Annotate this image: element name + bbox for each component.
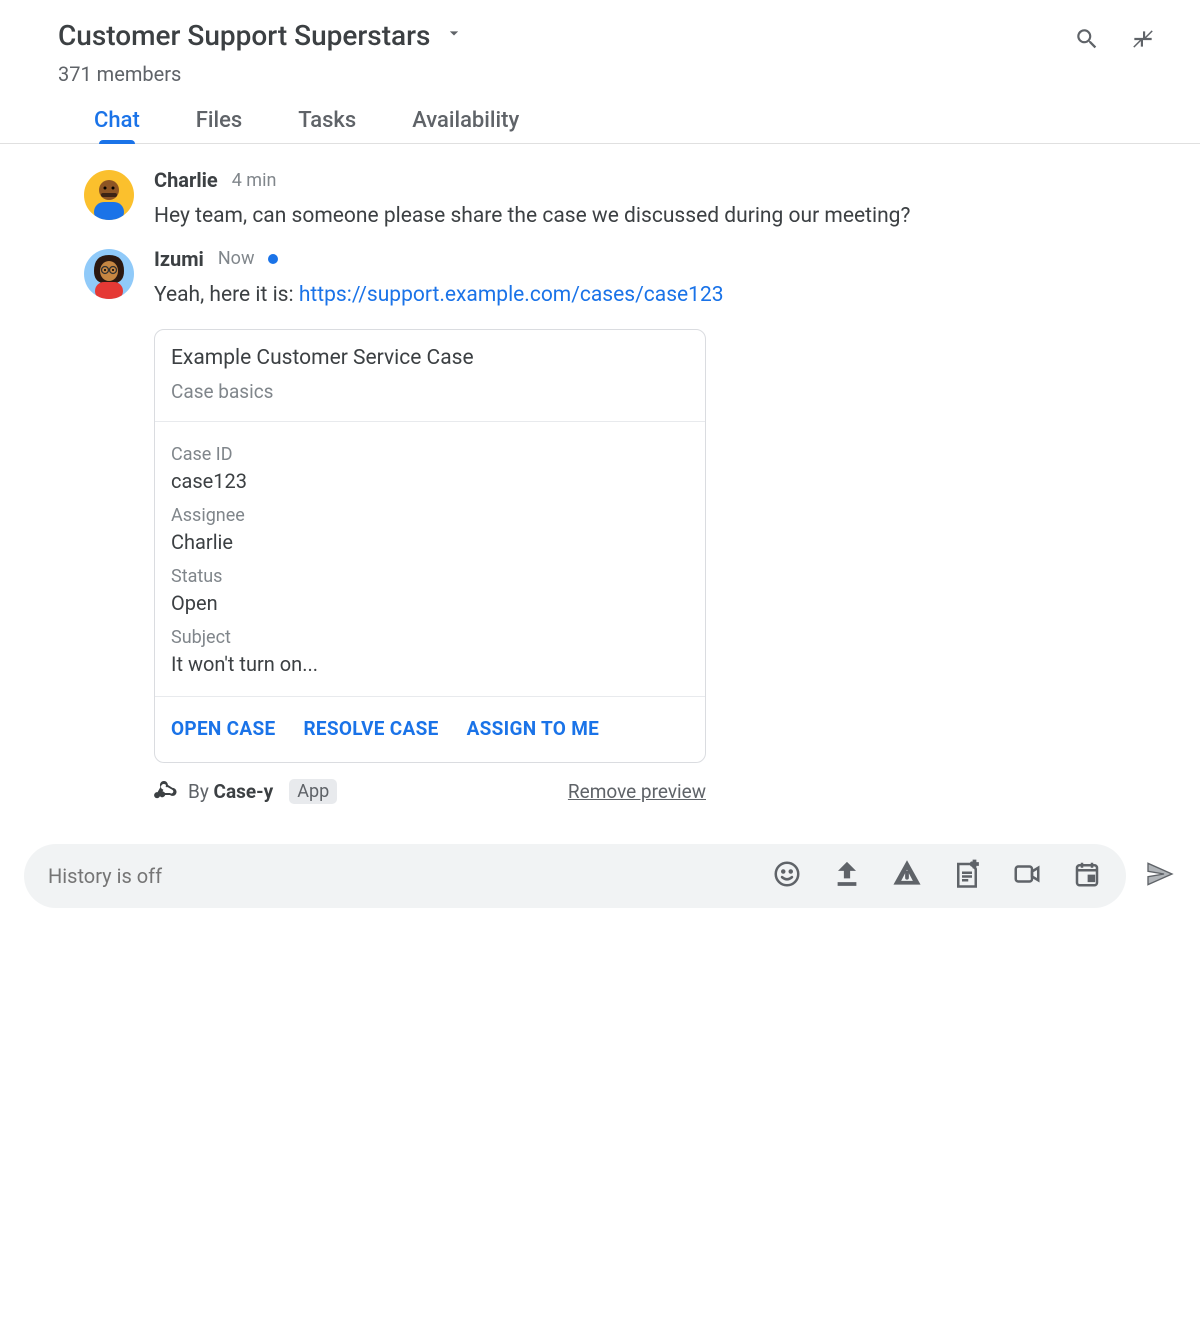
card-subtitle: Case basics — [171, 380, 689, 403]
upload-icon[interactable] — [832, 859, 862, 893]
tab-chat[interactable]: Chat — [94, 108, 140, 143]
message-text-prefix: Yeah, here it is: — [154, 283, 299, 307]
message-author: Izumi — [154, 247, 204, 271]
field-label-assignee: Assignee — [171, 505, 689, 526]
app-badge: App — [289, 779, 337, 804]
field-value-assignee: Charlie — [171, 530, 689, 554]
docs-icon[interactable] — [952, 859, 982, 893]
emoji-icon[interactable] — [772, 859, 802, 893]
collapse-icon[interactable] — [1130, 26, 1156, 56]
room-title: Customer Support Superstars — [58, 19, 430, 52]
message-time: Now — [218, 248, 255, 269]
tab-availability[interactable]: Availability — [412, 108, 519, 143]
open-case-button[interactable]: OPEN CASE — [171, 717, 275, 740]
field-label-subject: Subject — [171, 627, 689, 648]
message-input[interactable] — [48, 864, 772, 888]
case-link[interactable]: https://support.example.com/cases/case12… — [299, 283, 724, 307]
remove-preview-button[interactable]: Remove preview — [568, 780, 706, 803]
unread-dot-icon — [268, 254, 278, 264]
avatar — [84, 170, 134, 220]
dropdown-icon[interactable] — [444, 23, 464, 47]
message: Charlie 4 min Hey team, can someone plea… — [84, 168, 1140, 233]
webhook-icon — [154, 777, 178, 806]
resolve-case-button[interactable]: RESOLVE CASE — [303, 717, 438, 740]
tab-files[interactable]: Files — [196, 108, 242, 143]
assign-to-me-button[interactable]: ASSIGN TO ME — [467, 717, 600, 740]
composer[interactable] — [24, 844, 1126, 908]
link-preview-card: Example Customer Service Case Case basic… — [154, 329, 706, 763]
field-label-status: Status — [171, 566, 689, 587]
avatar — [84, 249, 134, 299]
drive-icon[interactable] — [892, 859, 922, 893]
search-icon[interactable] — [1074, 26, 1100, 56]
field-value-status: Open — [171, 591, 689, 615]
tab-tasks[interactable]: Tasks — [298, 108, 356, 143]
by-prefix: By — [188, 780, 214, 803]
message-time: 4 min — [232, 170, 277, 191]
calendar-icon[interactable] — [1072, 859, 1102, 893]
message-text: Hey team, can someone please share the c… — [154, 200, 1140, 233]
members-count: 371 members — [58, 62, 1180, 86]
field-value-case-id: case123 — [171, 469, 689, 493]
field-label-case-id: Case ID — [171, 444, 689, 465]
message-author: Charlie — [154, 168, 218, 192]
app-name: Case-y — [214, 780, 274, 803]
card-title: Example Customer Service Case — [171, 346, 689, 370]
field-value-subject: It won't turn on... — [171, 652, 689, 676]
message: Izumi Now Yeah, here it is: https://supp… — [84, 247, 1140, 807]
send-icon[interactable] — [1144, 858, 1176, 894]
message-text: Yeah, here it is: https://support.exampl… — [154, 279, 1140, 312]
tabs: Chat Files Tasks Availability — [58, 108, 1180, 143]
video-icon[interactable] — [1012, 859, 1042, 893]
